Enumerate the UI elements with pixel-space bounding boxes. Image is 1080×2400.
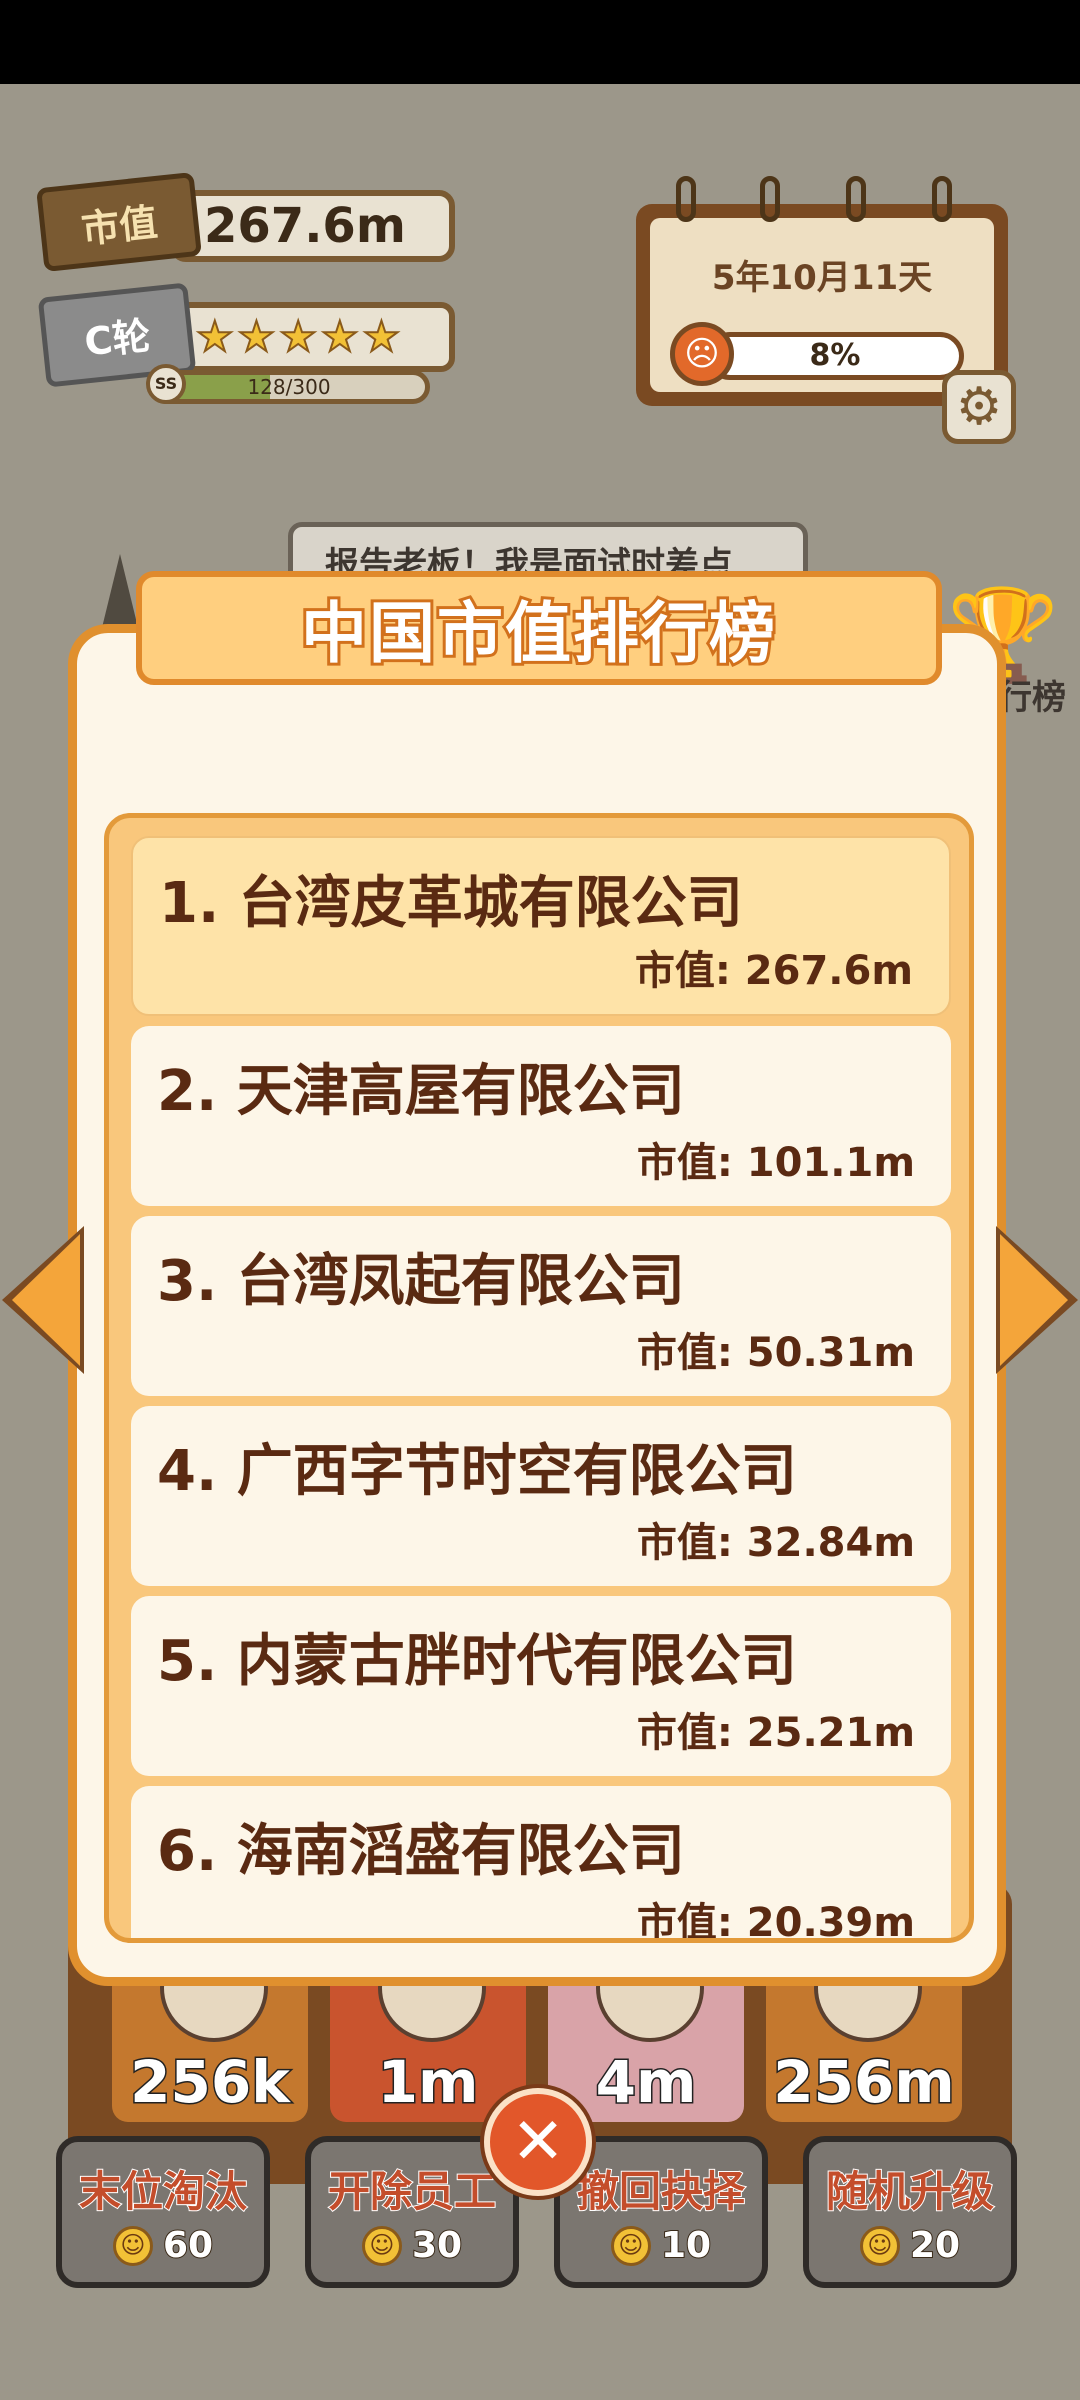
star-icon: ★ <box>195 312 235 361</box>
employee-value: 256k <box>129 2047 292 2118</box>
mood-bar: 8% <box>706 332 964 380</box>
company-name: 1. 台湾皮革城有限公司 <box>159 871 743 936</box>
leaderboard-row[interactable]: 5. 内蒙古胖时代有限公司 市值: 25.21m <box>131 1596 951 1776</box>
leaderboard-row[interactable]: 3. 台湾凤起有限公司 市值: 50.31m <box>131 1216 951 1396</box>
smile-coin-icon: ☺ <box>859 2225 900 2266</box>
company-market-cap: 市值: 20.39m <box>636 1900 915 1943</box>
action-cost-value: 60 <box>162 2224 214 2267</box>
funding-round-label: C轮 <box>82 313 153 364</box>
action-cost: ☺ 30 <box>361 2224 463 2267</box>
binder-ring-icon <box>932 176 952 222</box>
company-market-cap: 市值: 32.84m <box>636 1520 915 1566</box>
action-label: 随机升级 <box>825 2166 995 2217</box>
eliminate-last-button[interactable]: 末位淘汰 ☺ 60 <box>56 2136 270 2288</box>
mood-percent: 8% <box>809 338 861 373</box>
action-label: 撤回抉择 <box>576 2166 746 2217</box>
leaderboard-title: 中国市值排行榜 <box>298 592 778 675</box>
rating-stars: ★ ★ ★ ★ ★ <box>170 302 455 372</box>
employee-value: 4m <box>594 2047 698 2118</box>
binder-ring-icon <box>676 176 696 222</box>
company-name: 6. 海南滔盛有限公司 <box>157 1819 685 1884</box>
next-page-arrow-icon[interactable] <box>1000 1234 1068 1366</box>
xp-bar: 128/300 <box>148 370 430 404</box>
action-label: 开除员工 <box>327 2166 497 2217</box>
close-icon[interactable]: ✕ <box>484 2088 592 2196</box>
action-cost-value: 30 <box>411 2224 463 2267</box>
random-upgrade-button[interactable]: 随机升级 ☺ 20 <box>803 2136 1017 2288</box>
level-badge: SS <box>146 364 186 404</box>
binder-ring-icon <box>760 176 780 222</box>
leaderboard-shortcut-label[interactable]: 行榜 <box>998 670 1066 719</box>
company-market-cap: 市值: 50.31m <box>636 1330 915 1376</box>
company-name: 3. 台湾凤起有限公司 <box>157 1249 685 1314</box>
company-name: 5. 内蒙古胖时代有限公司 <box>157 1629 797 1694</box>
calendar-date: 5年10月11天 <box>711 258 933 298</box>
star-icon: ★ <box>320 312 360 361</box>
action-cost: ☺ 20 <box>859 2224 961 2267</box>
star-icon: ★ <box>362 312 402 361</box>
settings-gear-icon[interactable]: ⚙ <box>942 370 1016 444</box>
action-cost-value: 10 <box>660 2224 712 2267</box>
smile-coin-icon: ☺ <box>610 2225 651 2266</box>
company-market-cap: 市值: 267.6m <box>634 948 913 994</box>
market-value: 267.6m <box>204 198 406 254</box>
leaderboard-row[interactable]: 4. 广西字节时空有限公司 市值: 32.84m <box>131 1406 951 1586</box>
leaderboard-title-banner: 中国市值排行榜 <box>136 571 942 685</box>
star-icon: ★ <box>237 312 277 361</box>
leaderboard-list[interactable]: 1. 台湾皮革城有限公司 市值: 267.6m 2. 天津高屋有限公司 市值: … <box>104 813 974 1943</box>
company-name: 2. 天津高屋有限公司 <box>157 1059 685 1124</box>
smile-coin-icon: ☺ <box>112 2225 153 2266</box>
action-cost: ☺ 60 <box>112 2224 214 2267</box>
prev-page-arrow-icon[interactable] <box>12 1234 80 1366</box>
action-cost: ☺ 10 <box>610 2224 712 2267</box>
angry-face-icon: ☹ <box>670 322 734 386</box>
leaderboard-row[interactable]: 2. 天津高屋有限公司 市值: 101.1m <box>131 1026 951 1206</box>
company-market-cap: 市值: 25.21m <box>636 1710 915 1756</box>
market-value-display: 267.6m <box>170 190 455 262</box>
action-label: 末位淘汰 <box>78 2166 248 2217</box>
xp-text: 128/300 <box>247 375 331 399</box>
employee-value: 256m <box>772 2047 957 2118</box>
game-screen: 267.6m 市值 ★ ★ ★ ★ ★ C轮 128/300 SS 5年10月1… <box>0 84 1080 2400</box>
employee-value: 1m <box>376 2047 480 2118</box>
action-cost-value: 20 <box>909 2224 961 2267</box>
binder-ring-icon <box>846 176 866 222</box>
company-name: 4. 广西字节时空有限公司 <box>157 1439 797 1504</box>
calendar-page: 5年10月11天 8% ☹ <box>650 218 994 392</box>
market-tag-label: 市值 <box>79 199 160 252</box>
leaderboard-row[interactable]: 6. 海南滔盛有限公司 市值: 20.39m <box>131 1786 951 1943</box>
market-tag: 市值 <box>36 171 202 273</box>
company-market-cap: 市值: 101.1m <box>636 1140 915 1186</box>
leaderboard-row[interactable]: 1. 台湾皮革城有限公司 市值: 267.6m <box>131 836 951 1016</box>
star-icon: ★ <box>278 312 318 361</box>
smile-coin-icon: ☺ <box>361 2225 402 2266</box>
